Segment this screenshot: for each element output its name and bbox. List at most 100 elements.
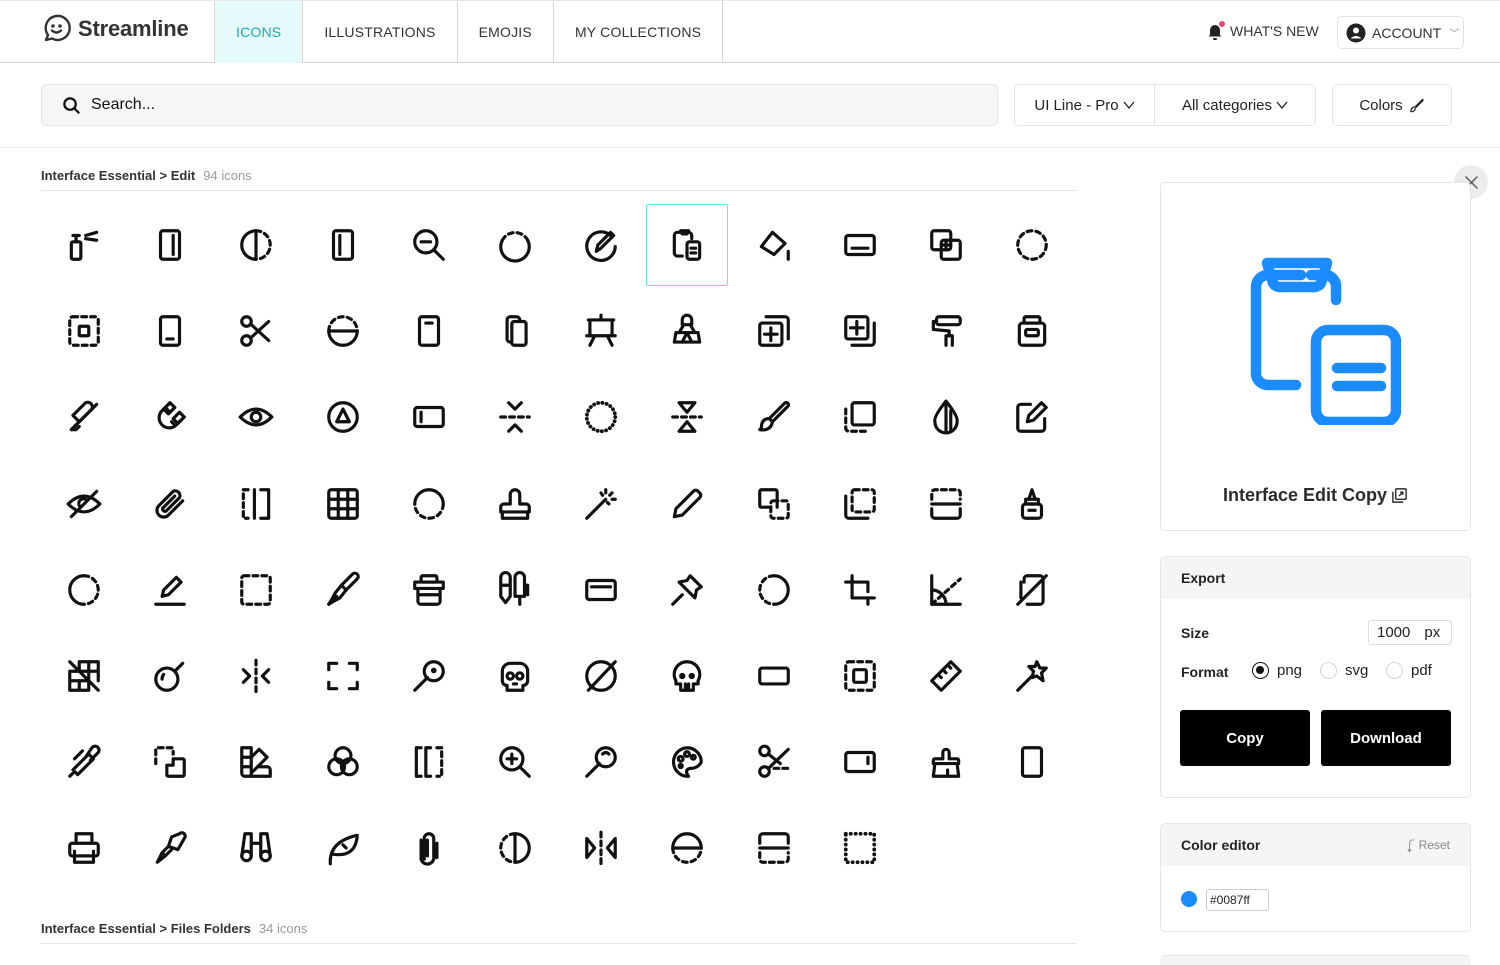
icon-tile[interactable] — [646, 635, 728, 717]
icon-tile[interactable] — [129, 463, 211, 545]
icon-tile[interactable] — [991, 721, 1073, 803]
icon-tile[interactable] — [819, 290, 901, 372]
icon-tile[interactable] — [733, 376, 815, 458]
whats-new-link[interactable]: WHAT'S NEW — [1206, 21, 1319, 41]
icon-tile[interactable] — [991, 549, 1073, 631]
icon-tile[interactable] — [560, 549, 642, 631]
icon-tile[interactable] — [991, 290, 1073, 372]
icon-tile[interactable] — [388, 463, 470, 545]
icon-tile[interactable] — [819, 635, 901, 717]
icon-tile[interactable] — [646, 807, 728, 889]
icon-tile[interactable] — [388, 721, 470, 803]
icon-tile[interactable] — [905, 463, 987, 545]
icon-tile[interactable] — [733, 721, 815, 803]
icon-tile[interactable] — [646, 290, 728, 372]
icon-tile[interactable] — [215, 463, 297, 545]
account-menu-button[interactable]: ACCOUNT ﹀ — [1337, 16, 1464, 49]
icon-tile[interactable] — [733, 463, 815, 545]
icon-tile[interactable] — [819, 204, 901, 286]
icon-tile[interactable] — [43, 635, 125, 717]
icon-tile[interactable] — [43, 376, 125, 458]
icon-tile[interactable] — [905, 376, 987, 458]
icon-tile[interactable] — [733, 204, 815, 286]
colors-button[interactable]: Colors — [1332, 84, 1452, 126]
icon-tile[interactable] — [302, 376, 384, 458]
icon-tile[interactable] — [302, 721, 384, 803]
size-value[interactable]: 1000 — [1377, 624, 1410, 641]
icon-tile[interactable] — [560, 376, 642, 458]
icon-tile[interactable] — [129, 807, 211, 889]
radio-circle[interactable] — [1320, 662, 1337, 679]
icon-tile[interactable] — [215, 290, 297, 372]
icon-tile[interactable] — [302, 204, 384, 286]
color-swatch[interactable] — [1181, 891, 1197, 907]
brand-logo[interactable]: Streamline — [40, 13, 189, 45]
icon-tile[interactable] — [474, 376, 556, 458]
icon-tile[interactable] — [646, 549, 728, 631]
icon-tile[interactable] — [560, 204, 642, 286]
icon-tile[interactable] — [991, 463, 1073, 545]
reset-button[interactable]: Reset — [1406, 838, 1450, 853]
icon-tile[interactable] — [129, 721, 211, 803]
format-radio-png[interactable]: png — [1252, 662, 1302, 679]
tab-illustrations[interactable]: ILLUSTRATIONS — [303, 1, 458, 63]
radio-circle[interactable] — [1252, 662, 1269, 679]
icon-tile[interactable] — [819, 721, 901, 803]
icon-tile[interactable] — [388, 376, 470, 458]
icon-tile[interactable] — [991, 204, 1073, 286]
icon-tile[interactable] — [819, 549, 901, 631]
search-input[interactable] — [91, 96, 941, 114]
section-breadcrumb[interactable]: Interface Essential > Files Folders — [41, 921, 251, 936]
icon-tile[interactable] — [43, 549, 125, 631]
icon-tile[interactable] — [215, 549, 297, 631]
icon-tile[interactable] — [129, 290, 211, 372]
icon-tile[interactable] — [474, 807, 556, 889]
tab-emojis[interactable]: EMOJIS — [458, 1, 554, 63]
category-dropdown[interactable]: All categories — [1155, 85, 1315, 125]
icon-tile[interactable] — [129, 376, 211, 458]
icon-tile[interactable] — [215, 721, 297, 803]
icon-tile[interactable] — [388, 807, 470, 889]
icon-tile[interactable] — [129, 204, 211, 286]
icon-tile[interactable] — [819, 376, 901, 458]
style-dropdown[interactable]: UI Line - Pro — [1015, 85, 1155, 125]
icon-tile[interactable] — [302, 635, 384, 717]
icon-tile[interactable] — [905, 721, 987, 803]
icon-tile[interactable] — [646, 721, 728, 803]
icon-tile[interactable] — [733, 290, 815, 372]
icon-tile[interactable] — [215, 204, 297, 286]
icon-tile[interactable] — [474, 635, 556, 717]
icon-tile[interactable] — [560, 290, 642, 372]
icon-tile[interactable] — [215, 635, 297, 717]
icon-tile[interactable] — [43, 463, 125, 545]
icon-tile[interactable] — [819, 463, 901, 545]
size-input[interactable]: 1000 px — [1368, 620, 1452, 645]
color-hex-input[interactable]: #0087ff — [1206, 889, 1269, 911]
icon-tile[interactable] — [43, 721, 125, 803]
icon-tile[interactable] — [560, 807, 642, 889]
icon-tile[interactable] — [43, 204, 125, 286]
icon-tile[interactable] — [215, 376, 297, 458]
icon-tile[interactable] — [388, 635, 470, 717]
icon-tile[interactable] — [819, 807, 901, 889]
icon-tile[interactable] — [905, 204, 987, 286]
icon-tile[interactable] — [302, 807, 384, 889]
icon-tile[interactable] — [388, 204, 470, 286]
format-radio-pdf[interactable]: pdf — [1386, 662, 1432, 679]
icon-tile[interactable] — [388, 549, 470, 631]
icon-tile[interactable] — [215, 807, 297, 889]
radio-circle[interactable] — [1386, 662, 1403, 679]
icon-tile[interactable] — [474, 290, 556, 372]
icon-tile[interactable] — [474, 463, 556, 545]
external-link-icon[interactable] — [1391, 487, 1408, 504]
icon-tile[interactable] — [43, 290, 125, 372]
icon-tile[interactable] — [646, 376, 728, 458]
icon-tile[interactable] — [302, 290, 384, 372]
icon-tile[interactable] — [991, 376, 1073, 458]
icon-tile[interactable] — [474, 549, 556, 631]
icon-tile[interactable] — [905, 290, 987, 372]
icon-tile[interactable] — [129, 549, 211, 631]
format-radio-svg[interactable]: svg — [1320, 662, 1368, 679]
icon-tile[interactable] — [560, 463, 642, 545]
icon-tile[interactable] — [560, 635, 642, 717]
